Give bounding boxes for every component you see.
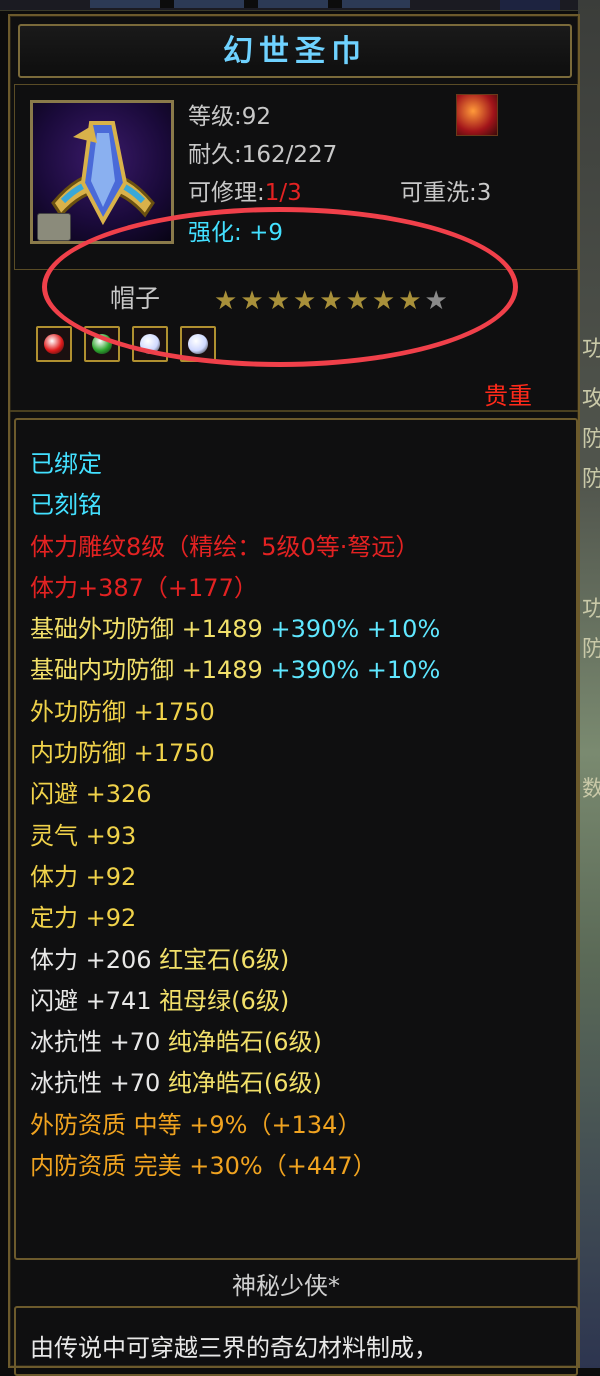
red-highlight-oval (42, 207, 518, 367)
stat-line: 体力+387（+177） (30, 573, 258, 602)
item-rarity: 贵重 (484, 382, 532, 410)
background-edge-char: 攻 (582, 387, 600, 412)
stat-part: 纯净皓石(6级) (167, 1069, 322, 1098)
section-divider (10, 410, 578, 412)
repair-count: 可修理:1/3 (188, 178, 302, 208)
stat-part: 冰抗性 +70 (30, 1069, 168, 1098)
red-gem-icon[interactable] (36, 326, 72, 362)
top-tab-strip (0, 0, 600, 11)
background-edge-char: 防 (582, 637, 600, 662)
background-edge-char: 功 (582, 337, 600, 362)
background-edge-char: 防 (582, 467, 600, 492)
repair-label: 可修理: (188, 180, 265, 206)
item-title-bar: 幻世圣巾 (18, 24, 572, 78)
stat-part: +390% +10% (270, 615, 441, 644)
stat-part: 体力 +206 (30, 945, 160, 974)
top-tabs (90, 0, 410, 8)
stat-line: 体力 +92 (30, 862, 137, 891)
stat-line: 闪避 +326 (30, 780, 152, 809)
stat-part: +390% +10% (270, 656, 441, 685)
stat-line: 外功防御 +1750 (30, 697, 215, 726)
background-edge-char: 防 (582, 427, 600, 452)
stat-line: 已刻铭 (30, 491, 102, 520)
top-right-decoration (500, 0, 560, 10)
item-durability: 耐久:162/227 (188, 142, 338, 168)
equip-slot-icon (456, 94, 498, 136)
repair-value: 1/3 (264, 180, 302, 206)
stat-line: 冰抗性 +70 纯净皓石(6级) (30, 1065, 570, 1106)
background-window-edge: 功攻防防功防数 (578, 0, 600, 1368)
background-edge-char: 数 (582, 777, 600, 802)
stat-line: 基础内功防御 +1489 +390% +10% (30, 652, 570, 693)
rewash-count: 可重洗:3 (400, 180, 492, 206)
stat-line: 内防资质 完美 +30%（+447） (30, 1152, 377, 1181)
stat-part: 基础外功防御 +1489 (30, 615, 271, 644)
item-owner: 神秘少侠* (232, 1272, 340, 1300)
stat-line: 已绑定 (30, 450, 102, 478)
stat-part: 红宝石(6级) (159, 945, 290, 974)
stat-part: 冰抗性 +70 (30, 1028, 168, 1057)
stat-part: 纯净皓石(6级) (167, 1028, 322, 1057)
gem-core (44, 334, 64, 354)
stat-line: 外防资质 中等 +9%（+134） (30, 1110, 362, 1139)
item-level: 等级:92 (188, 104, 272, 130)
item-description: 由传说中可穿越三界的奇幻材料制成， (30, 1334, 438, 1362)
stat-line: 灵气 +93 (30, 821, 137, 850)
stat-line: 基础外功防御 +1489 +390% +10% (30, 611, 570, 652)
stat-part: 基础内功防御 +1489 (30, 656, 271, 685)
background-edge-char: 功 (582, 597, 600, 622)
stat-line: 体力 +206 红宝石(6级) (30, 942, 570, 983)
bound-lock-icon (37, 213, 71, 241)
item-name: 幻世圣巾 (223, 34, 367, 69)
stat-line: 闪避 +741 祖母绿(6级) (30, 983, 570, 1024)
stat-line: 定力 +92 (30, 904, 137, 933)
stat-line: 体力雕纹8级（精绘：5级0等·弩远） (30, 532, 420, 561)
stats-list: 已绑定已刻铭体力雕纹8级（精绘：5级0等·弩远） 体力+387（+177） 基础外功… (30, 446, 570, 1189)
stat-part: 闪避 +741 (30, 986, 160, 1015)
stat-line: 内功防御 +1750 (30, 739, 215, 768)
stat-line: 冰抗性 +70 纯净皓石(6级) (30, 1024, 570, 1065)
stat-part: 祖母绿(6级) (159, 986, 290, 1015)
